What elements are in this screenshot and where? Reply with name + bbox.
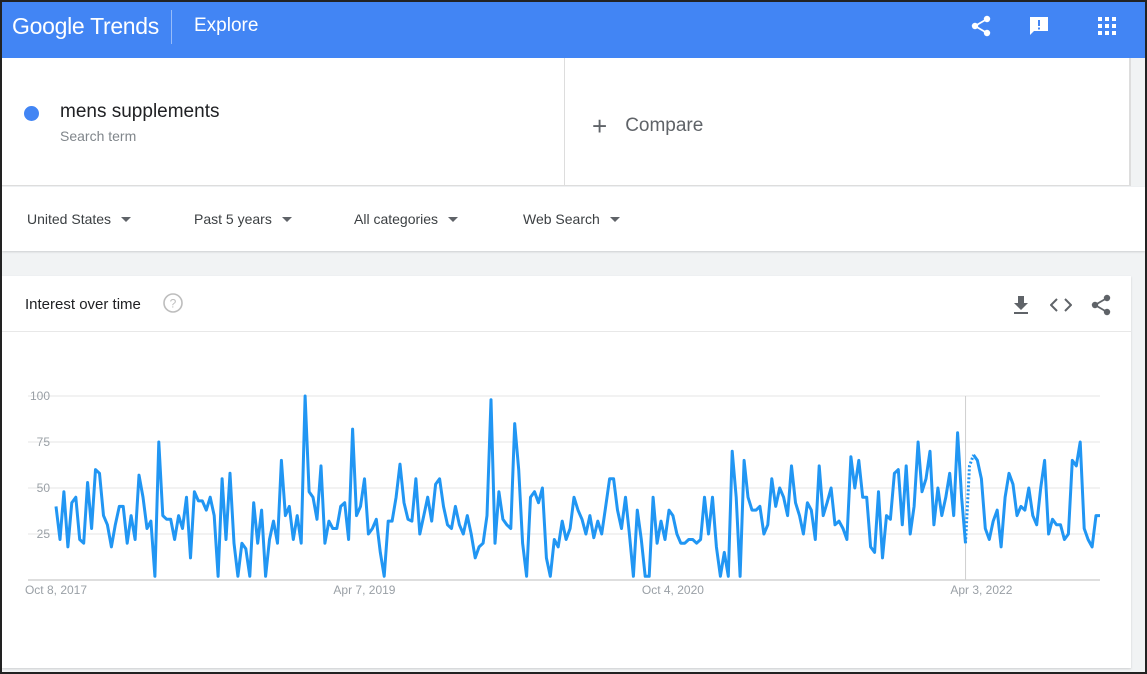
top-app-bar: Google Trends Explore <box>0 0 1147 58</box>
help-icon[interactable]: ? <box>163 293 183 313</box>
compare-label: Compare <box>625 115 704 136</box>
svg-text:?: ? <box>170 297 177 311</box>
category-dropdown[interactable]: All categories <box>354 211 459 227</box>
x-tick-label: Oct 8, 2017 <box>25 583 87 597</box>
y-tick-label: 75 <box>37 435 51 449</box>
search-term-card[interactable]: mens supplements Search term <box>2 58 565 186</box>
time-range-label: Past 5 years <box>194 211 272 227</box>
page-title: Explore <box>194 15 259 36</box>
share-icon[interactable] <box>1090 294 1112 316</box>
compare-button[interactable]: + Compare <box>592 111 704 141</box>
series-line <box>54 394 967 578</box>
x-tick-label: Oct 4, 2020 <box>642 583 704 597</box>
region-dropdown[interactable]: United States <box>27 211 132 227</box>
filter-bar: United States Past 5 years All categorie… <box>2 187 1145 251</box>
caret-down-icon <box>121 216 132 222</box>
search-panel-edge <box>1129 58 1131 186</box>
apps-grid-icon[interactable] <box>1095 14 1119 38</box>
caret-down-icon <box>281 216 292 222</box>
caret-down-icon <box>448 216 459 222</box>
region-label: United States <box>27 211 112 227</box>
card-title: Interest over time <box>25 296 141 313</box>
feedback-icon[interactable] <box>1027 14 1051 38</box>
plus-icon: + <box>592 111 608 141</box>
logo-google-text: Google <box>12 13 85 39</box>
x-tick-label: Apr 3, 2022 <box>950 583 1012 597</box>
x-tick-label: Apr 7, 2019 <box>333 583 395 597</box>
logo-trends-text: Trends <box>90 13 159 39</box>
search-type-label: Web Search <box>523 211 600 227</box>
y-tick-label: 50 <box>37 481 51 495</box>
download-icon[interactable] <box>1010 294 1032 316</box>
y-tick-label: 100 <box>30 389 50 403</box>
google-trends-logo[interactable]: Google Trends <box>12 13 159 40</box>
search-term-type: Search term <box>60 128 137 144</box>
series-line-partial <box>964 454 975 544</box>
series-line <box>972 440 1100 549</box>
card-header: Interest over time ? <box>2 276 1131 332</box>
time-range-dropdown[interactable]: Past 5 years <box>194 211 292 227</box>
header-divider <box>171 10 172 44</box>
search-type-dropdown[interactable]: Web Search <box>523 211 620 227</box>
category-label: All categories <box>354 211 439 227</box>
search-terms-panel: mens supplements Search term + Compare <box>2 58 1131 186</box>
search-term-text[interactable]: mens supplements <box>60 101 219 123</box>
interest-line-chart[interactable]: 25 50 75 100 Oct 8, 2017 Apr 7, 2019 Oct 4, 20… <box>2 332 1131 668</box>
term-color-dot <box>24 106 39 121</box>
embed-code-icon[interactable] <box>1050 294 1072 316</box>
share-icon[interactable] <box>969 14 993 38</box>
y-tick-label: 25 <box>37 527 51 541</box>
caret-down-icon <box>609 216 620 222</box>
interest-over-time-card: Interest over time ? 25 50 75 100 Oct 8,… <box>2 276 1131 668</box>
